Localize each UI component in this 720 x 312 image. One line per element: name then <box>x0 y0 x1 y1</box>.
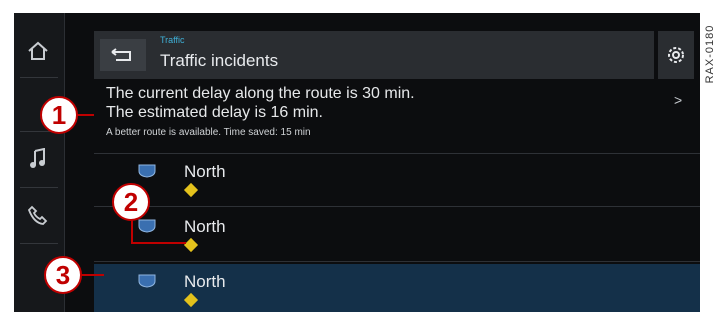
callout-3: 3 <box>44 256 82 294</box>
home-button[interactable] <box>18 29 58 73</box>
breadcrumb: Traffic <box>160 35 185 45</box>
incident-direction: North <box>184 217 226 236</box>
estimated-delay-text: The estimated delay is 16 min. <box>106 104 323 121</box>
sidebar-divider <box>20 187 58 188</box>
back-button[interactable] <box>100 39 146 71</box>
highway-shield-icon <box>138 164 156 178</box>
highway-shield-icon <box>138 219 156 233</box>
callout-2: 2 <box>112 183 150 221</box>
chevron-right-icon: > <box>674 92 683 108</box>
incident-row-selected[interactable]: North <box>94 264 700 312</box>
incident-direction: North <box>184 272 226 291</box>
settings-button[interactable] <box>658 31 694 79</box>
warning-diamond-icon <box>183 292 199 308</box>
music-note-icon <box>30 148 45 168</box>
incident-row[interactable]: North <box>94 154 700 204</box>
list-divider <box>94 206 700 207</box>
warning-diamond-icon <box>183 237 199 253</box>
sidebar-divider <box>20 77 58 78</box>
image-reference-label: RAX-0180 <box>704 24 716 84</box>
incident-direction: North <box>184 162 226 181</box>
list-divider <box>94 261 700 262</box>
phone-icon <box>28 205 48 225</box>
callout-1: 1 <box>40 96 78 134</box>
current-delay-text: The current delay along the route is 30 … <box>106 85 415 102</box>
warning-diamond-icon <box>183 182 199 198</box>
gear-icon <box>668 47 684 63</box>
better-route-text: A better route is available. Time saved:… <box>106 127 311 138</box>
infotainment-screen: Traffic Traffic incidents The current de… <box>14 13 700 312</box>
header-bar: Traffic Traffic incidents <box>94 31 654 79</box>
sidebar-divider <box>20 243 58 244</box>
home-icon <box>28 41 48 60</box>
phone-button[interactable] <box>18 193 58 237</box>
back-arrow-icon <box>111 48 131 61</box>
incident-row[interactable]: North <box>94 209 700 259</box>
media-button[interactable] <box>18 137 58 181</box>
page-title: Traffic incidents <box>160 51 279 70</box>
highway-shield-icon <box>138 274 156 288</box>
